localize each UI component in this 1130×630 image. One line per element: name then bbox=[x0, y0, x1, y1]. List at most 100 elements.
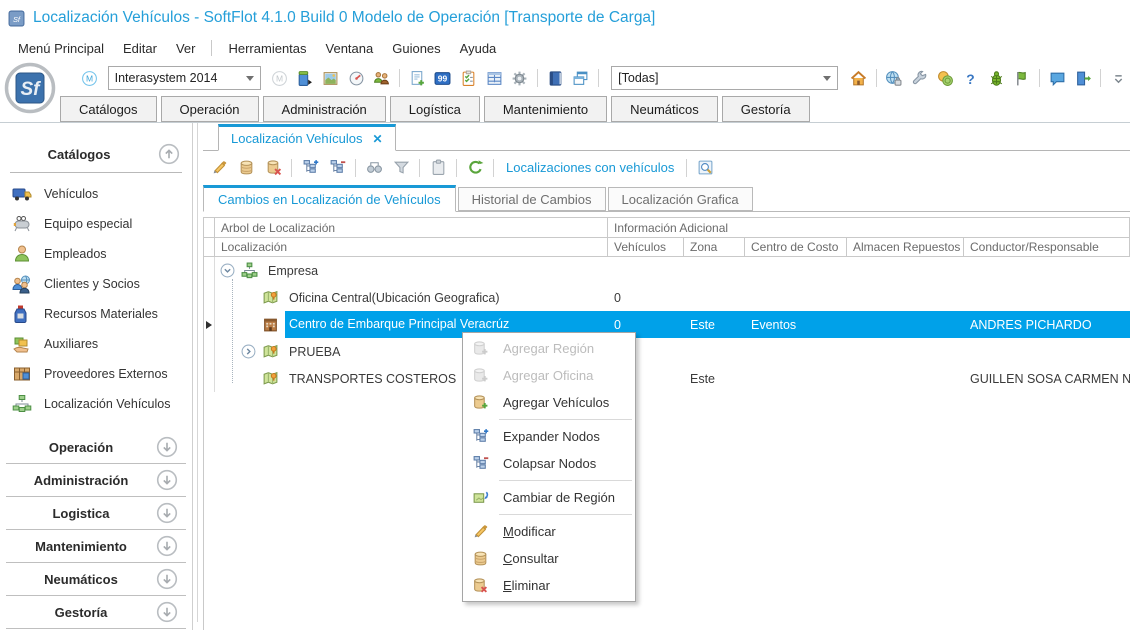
table-row-transportes-costeros[interactable]: TRANSPORTES COSTEROS 0 Este GUILLEN SOSA… bbox=[204, 365, 1130, 392]
menu-item-ayuda[interactable]: Ayuda bbox=[460, 41, 497, 56]
menu-item-ventana[interactable]: Ventana bbox=[326, 41, 374, 56]
collapse-nodes-icon bbox=[472, 455, 490, 472]
grid-view-icon[interactable] bbox=[483, 66, 506, 90]
close-icon[interactable]: ✕ bbox=[373, 132, 383, 146]
sidebar-group-administracion[interactable]: Administración bbox=[6, 464, 186, 497]
tools-wrench-icon[interactable] bbox=[908, 66, 931, 90]
column-header-conductor-responsable[interactable]: Conductor/Responsable bbox=[964, 238, 1130, 257]
sidebar-item-recursos-materiales[interactable]: Recursos Materiales bbox=[0, 299, 192, 329]
import-data-icon[interactable] bbox=[294, 66, 317, 90]
tree-node-label: TRANSPORTES COSTEROS bbox=[285, 372, 460, 386]
ribbon-tab-operacion[interactable]: Operación bbox=[161, 96, 259, 122]
tab-localizacion-grafica[interactable]: Localización Grafica bbox=[608, 187, 753, 211]
column-header-zona[interactable]: Zona bbox=[684, 238, 745, 257]
expand-down-icon[interactable] bbox=[156, 535, 178, 557]
cell-centro-costo bbox=[745, 338, 847, 365]
sidebar-splitter[interactable] bbox=[197, 123, 198, 622]
globe-security-icon[interactable] bbox=[883, 66, 906, 90]
collapse-nodes-icon[interactable] bbox=[325, 156, 349, 180]
help-question-icon[interactable]: ? bbox=[959, 66, 982, 90]
toolbar-overflow-icon[interactable] bbox=[1107, 66, 1130, 90]
context-menu-item-colapsar-nodos[interactable]: Colapsar Nodos bbox=[463, 450, 635, 477]
ribbon-tab-logistica[interactable]: Logística bbox=[390, 96, 480, 122]
tree-collapse-glyph[interactable] bbox=[220, 263, 235, 278]
ribbon-tab-administracion[interactable]: Administración bbox=[263, 96, 386, 122]
new-note-icon[interactable] bbox=[406, 66, 429, 90]
context-menu-item-eliminar[interactable]: Eliminar bbox=[463, 572, 635, 599]
refresh-icon[interactable] bbox=[463, 156, 487, 180]
sidebar-group-neumaticos[interactable]: Neumáticos bbox=[6, 563, 186, 596]
context-menu-item-consultar[interactable]: Consultar bbox=[463, 545, 635, 572]
debug-bug-icon[interactable] bbox=[985, 66, 1008, 90]
sidebar-group-gestoria[interactable]: Gestoría bbox=[6, 596, 186, 629]
tab-cambios-localizacion[interactable]: Cambios en Localización de Vehículos bbox=[203, 185, 456, 212]
menu-item-ver[interactable]: Ver bbox=[176, 41, 196, 56]
menu-item-guiones[interactable]: Guiones bbox=[392, 41, 440, 56]
search-binoculars-icon[interactable] bbox=[362, 156, 386, 180]
locations-with-vehicles-link[interactable]: Localizaciones con vehículos bbox=[506, 160, 674, 175]
sidebar-item-proveedores-externos[interactable]: Proveedores Externos bbox=[0, 359, 192, 389]
ribbon-tab-neumaticos[interactable]: Neumáticos bbox=[611, 96, 718, 122]
column-header-centro-costo[interactable]: Centro de Costo bbox=[745, 238, 847, 257]
sidebar-item-empleados[interactable]: Empleados bbox=[0, 239, 192, 269]
notebook-icon[interactable] bbox=[544, 66, 567, 90]
sidebar-group-operacion[interactable]: Operación bbox=[6, 431, 186, 464]
column-header-vehiculos[interactable]: Vehículos bbox=[608, 238, 684, 257]
users-group-icon[interactable] bbox=[370, 66, 393, 90]
filter-funnel-icon[interactable] bbox=[389, 156, 413, 180]
home-icon[interactable] bbox=[847, 66, 870, 90]
coins-icon[interactable] bbox=[934, 66, 957, 90]
exit-door-icon[interactable] bbox=[1072, 66, 1095, 90]
menu-item-editar[interactable]: Editar bbox=[123, 41, 157, 56]
column-header-localizacion[interactable]: Localización bbox=[215, 238, 608, 257]
modify-pencil-icon[interactable] bbox=[207, 156, 231, 180]
company-select[interactable]: Interasystem 2014 bbox=[108, 66, 261, 90]
sidebar-item-equipo-especial[interactable]: Equipo especial bbox=[0, 209, 192, 239]
table-row-oficina-central[interactable]: Oficina Central(Ubicación Geografica) 0 bbox=[204, 284, 1130, 311]
ribbon-tab-gestoria[interactable]: Gestoría bbox=[722, 96, 810, 122]
sidebar-group-logistica[interactable]: Logistica bbox=[6, 497, 186, 530]
dashboard-gauge-icon[interactable] bbox=[345, 66, 368, 90]
document-tab-localizacion-vehiculos[interactable]: Localización Vehículos ✕ bbox=[218, 124, 396, 151]
sidebar-item-auxiliares[interactable]: Auxiliares bbox=[0, 329, 192, 359]
expand-down-icon[interactable] bbox=[156, 568, 178, 590]
table-row-centro-embarque-selected[interactable]: Centro de Embarque Principal Veracrúz 0 … bbox=[204, 311, 1130, 338]
checklist-icon[interactable] bbox=[457, 66, 480, 90]
expand-down-icon[interactable] bbox=[156, 502, 178, 524]
expand-down-icon[interactable] bbox=[156, 601, 178, 623]
cascade-windows-icon[interactable] bbox=[570, 66, 593, 90]
settings-gear-icon[interactable] bbox=[508, 66, 531, 90]
context-menu-item-cambiar-region[interactable]: Cambiar de Región bbox=[463, 484, 635, 511]
preview-magnifier-icon[interactable] bbox=[693, 156, 717, 180]
collapse-up-icon[interactable] bbox=[158, 143, 180, 165]
sidebar-group-mantenimiento[interactable]: Mantenimiento bbox=[6, 530, 186, 563]
sidebar-item-vehiculos[interactable]: Vehículos bbox=[0, 179, 192, 209]
toolbar-separator bbox=[493, 159, 494, 177]
menu-item-herramientas[interactable]: Herramientas bbox=[228, 41, 306, 56]
table-row-prueba[interactable]: PRUEBA 0 bbox=[204, 338, 1130, 365]
column-header-almacen-repuestos[interactable]: Almacen Repuestos bbox=[847, 238, 964, 257]
tree-expand-glyph[interactable] bbox=[241, 344, 256, 359]
ribbon-tab-catalogos[interactable]: Catálogos bbox=[60, 96, 157, 122]
delete-database-icon[interactable] bbox=[261, 156, 285, 180]
flag-icon[interactable] bbox=[1011, 66, 1034, 90]
table-row-empresa[interactable]: Empresa bbox=[204, 257, 1130, 284]
filter-select[interactable]: [Todas] bbox=[611, 66, 838, 90]
expand-nodes-icon[interactable] bbox=[298, 156, 322, 180]
images-icon[interactable] bbox=[319, 66, 342, 90]
expand-down-icon[interactable] bbox=[156, 436, 178, 458]
sidebar-item-clientes-socios[interactable]: Clientes y Socios bbox=[0, 269, 192, 299]
tab-historial-cambios[interactable]: Historial de Cambios bbox=[458, 187, 606, 211]
context-menu-item-agregar-vehiculos[interactable]: Agregar Vehículos bbox=[463, 389, 635, 416]
badge-99-icon[interactable]: 99 bbox=[432, 66, 455, 90]
menu-item-menu-principal[interactable]: Menú Principal bbox=[18, 41, 104, 56]
module-m-icon[interactable]: M bbox=[78, 66, 101, 90]
feedback-chat-icon[interactable] bbox=[1046, 66, 1069, 90]
context-menu-item-expander-nodos[interactable]: Expander Nodos bbox=[463, 423, 635, 450]
ribbon-tab-mantenimiento[interactable]: Mantenimiento bbox=[484, 96, 607, 122]
context-menu-item-modificar[interactable]: Modificar bbox=[463, 518, 635, 545]
sidebar-item-localizacion-vehiculos[interactable]: Localización Vehículos bbox=[0, 389, 192, 419]
expand-down-icon[interactable] bbox=[156, 469, 178, 491]
consult-database-icon[interactable] bbox=[234, 156, 258, 180]
sidebar-group-catalogos[interactable]: Catálogos bbox=[0, 139, 192, 169]
